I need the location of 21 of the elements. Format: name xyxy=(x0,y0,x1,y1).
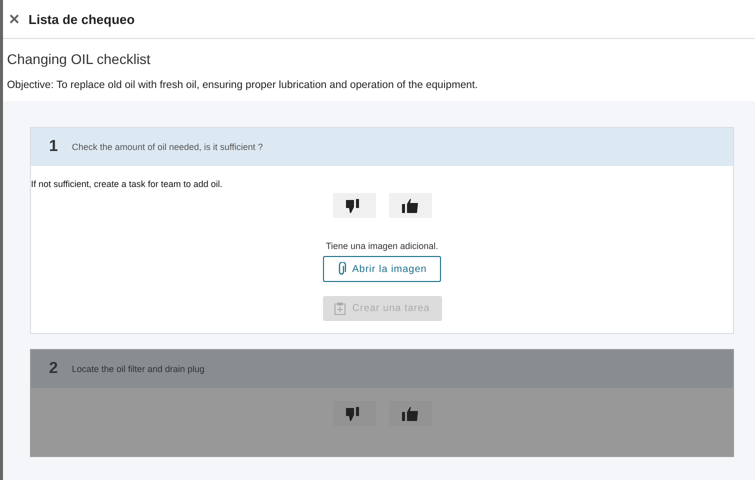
thumbs-up-icon xyxy=(402,198,418,212)
objective-text: Objective: To replace old oil with fresh oil, ensuring proper lubrication and operation of the equipment. xyxy=(6,78,479,93)
thumbs-up-button[interactable] xyxy=(388,193,432,218)
thumbs-up-button[interactable] xyxy=(388,401,432,426)
thumbs-down-button[interactable] xyxy=(332,193,376,218)
thumbs-down-icon xyxy=(346,406,362,420)
question-text: Locate the oil filter and drain plug xyxy=(72,364,204,374)
note-text: If not sufficient, create a task for team to add oil. xyxy=(31,179,222,189)
step-number: 2 xyxy=(49,360,58,378)
thumbs-down-button[interactable] xyxy=(332,401,376,426)
open-image-button[interactable]: Abrir la imagen xyxy=(323,256,441,282)
thumbs-up-icon xyxy=(402,406,418,420)
question-text: Check the amount of oil needed, is it sufficient ? xyxy=(72,142,263,152)
checklist-title: Changing OIL checklist xyxy=(6,50,152,67)
paperclip-icon xyxy=(337,262,346,276)
panel-title: Lista de chequeo xyxy=(28,12,135,26)
close-button[interactable]: × xyxy=(9,10,20,28)
clipboard-plus-icon xyxy=(334,302,346,315)
thumbs-down-icon xyxy=(346,198,362,212)
step-number: 1 xyxy=(49,138,58,156)
attachment-text: Tiene una imagen adicional. xyxy=(326,241,438,251)
